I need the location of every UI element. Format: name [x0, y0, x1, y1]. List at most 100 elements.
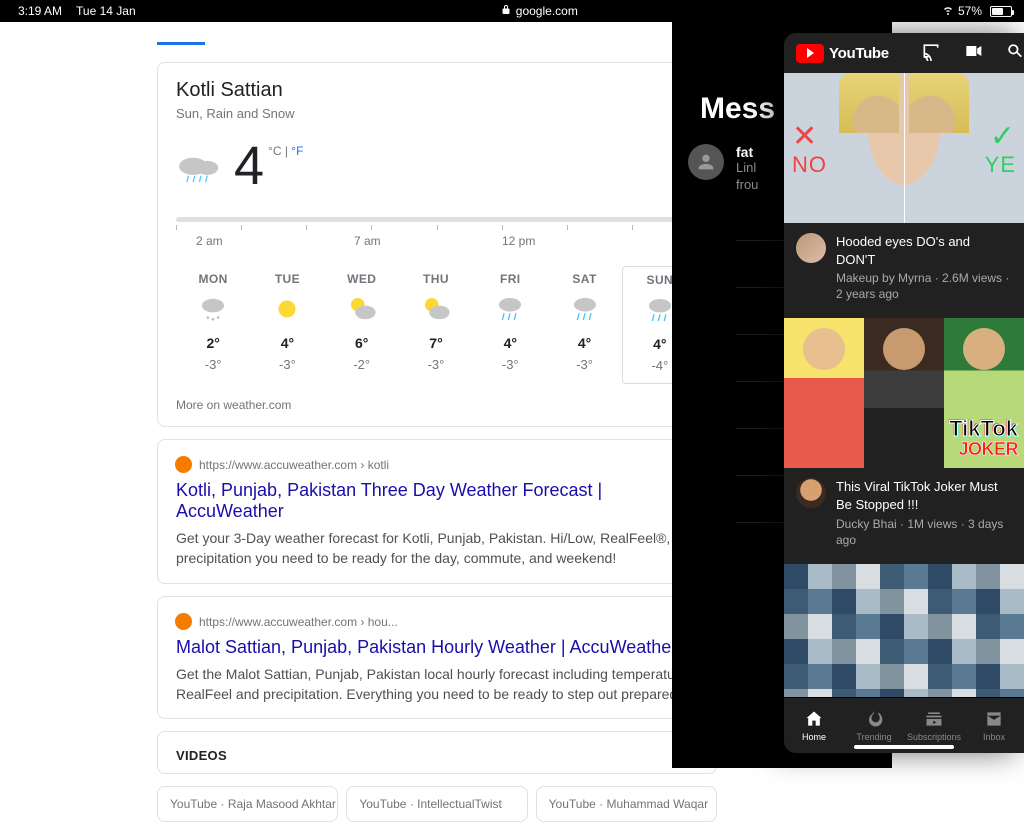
thumb-text-tiktok: TikTok	[949, 418, 1018, 440]
unit-c[interactable]: °C	[268, 144, 281, 158]
thread-preview: frou	[736, 177, 758, 194]
forecast-day[interactable]: THU 7° -3°	[399, 266, 473, 384]
weather-card: Kotli Sattian Sun, Rain and Snow 4 °C | …	[157, 62, 717, 427]
day-high: 6°	[355, 335, 368, 351]
hour-label: 2 am	[176, 234, 294, 248]
day-name: TUE	[275, 272, 300, 286]
day-low: -3°	[576, 357, 593, 372]
youtube-header: YouTube	[784, 33, 1024, 73]
weather-temp: 4	[234, 139, 264, 193]
day-low: -4°	[651, 358, 668, 373]
day-high: 4°	[653, 336, 666, 352]
youtube-logo[interactable]: YouTube	[796, 44, 889, 63]
cast-icon[interactable]	[917, 37, 945, 70]
channel-avatar[interactable]	[796, 233, 826, 263]
thumb-text-yes: YE	[985, 119, 1016, 178]
hour-label: 7 am	[294, 234, 452, 248]
video-cards-row: YouTube · Raja Masood Akhtar Ja YouTube …	[157, 786, 717, 822]
forecast-day[interactable]: MON 2° -3°	[176, 266, 250, 384]
video-subtitle: Makeup by Myrna · 2.6M views · 2 years a…	[836, 270, 1012, 302]
lock-icon	[500, 4, 512, 19]
day-high: 4°	[578, 335, 591, 351]
day-high: 2°	[206, 335, 219, 351]
status-date: Tue 14 Jan	[76, 4, 136, 18]
day-icon	[345, 292, 379, 329]
day-low: -2°	[353, 357, 370, 372]
accuweather-favicon-icon	[176, 614, 191, 629]
channel-avatar[interactable]	[796, 478, 826, 508]
temp-unit-toggle[interactable]: °C | °F	[268, 144, 303, 158]
video-thumbnail[interactable]: TikTokJOKER	[784, 318, 1024, 468]
video-item[interactable]	[784, 564, 1024, 697]
search-result[interactable]: https://www.accuweather.com › kotli Kotl…	[157, 439, 717, 584]
home-indicator[interactable]	[854, 745, 954, 749]
weather-location: Kotli Sattian	[176, 79, 698, 102]
youtube-slideover: YouTube NO YE Hooded eyes DO's and DON'T…	[784, 33, 1024, 753]
video-title[interactable]: Hooded eyes DO's and DON'T	[836, 233, 1012, 268]
day-high: 4°	[281, 335, 294, 351]
result-breadcrumb: https://www.accuweather.com › hou...	[199, 615, 398, 629]
forecast-day[interactable]: SAT 4° -3°	[547, 266, 621, 384]
result-title[interactable]: Malot Sattian, Punjab, Pakistan Hourly W…	[176, 637, 698, 658]
youtube-wordmark: YouTube	[829, 45, 889, 62]
address-bar[interactable]: google.com	[136, 4, 942, 19]
accuweather-favicon-icon	[176, 457, 191, 472]
hour-label: 12 pm	[452, 234, 600, 248]
battery-percent: 57%	[958, 4, 982, 18]
day-icon	[568, 292, 602, 329]
day-name: MON	[199, 272, 228, 286]
video-card[interactable]: YouTube · Raja Masood Akhtar Ja	[157, 786, 338, 822]
search-result[interactable]: https://www.accuweather.com › hou... Mal…	[157, 596, 717, 720]
day-icon	[270, 292, 304, 329]
result-description: Get your 3-Day weather forecast for Kotl…	[176, 528, 698, 569]
video-item[interactable]: NO YE Hooded eyes DO's and DON'T Makeup …	[784, 73, 1024, 302]
search-icon[interactable]	[1001, 37, 1024, 70]
day-name: SAT	[572, 272, 596, 286]
unit-f[interactable]: °F	[288, 144, 303, 158]
video-thumbnail[interactable]	[784, 564, 1024, 697]
video-thumbnail[interactable]: NO YE	[784, 73, 1024, 223]
avatar-icon	[688, 144, 724, 180]
forecast-day[interactable]: TUE 4° -3°	[250, 266, 324, 384]
youtube-feed[interactable]: NO YE Hooded eyes DO's and DON'T Makeup …	[784, 73, 1024, 697]
tab-home[interactable]: Home	[784, 698, 844, 753]
forecast-day[interactable]: WED 6° -2°	[325, 266, 399, 384]
day-low: -3°	[205, 357, 222, 372]
result-title[interactable]: Kotli, Punjab, Pakistan Three Day Weathe…	[176, 480, 698, 522]
day-name: FRI	[500, 272, 521, 286]
tab-inbox[interactable]: Inbox	[964, 698, 1024, 753]
url-domain: google.com	[516, 4, 578, 18]
day-icon	[493, 292, 527, 329]
weather-footer-link[interactable]: More on weather.com	[176, 398, 698, 412]
camera-icon[interactable]	[959, 37, 987, 70]
day-icon	[419, 292, 453, 329]
thumb-text-no: NO	[792, 119, 827, 178]
day-low: -3°	[428, 357, 445, 372]
thread-preview: Linl	[736, 160, 758, 177]
daily-forecast-row: MON 2° -3° TUE 4° -3° WED 6° -2° THU 7° -3° FRI 4° -3°…	[176, 266, 698, 384]
result-breadcrumb: https://www.accuweather.com › kotli	[199, 458, 389, 472]
video-item[interactable]: TikTokJOKER This Viral TikTok Joker Must…	[784, 318, 1024, 547]
selected-tab-indicator	[157, 42, 205, 45]
ios-status-bar: 3:19 AM Tue 14 Jan google.com 57%	[0, 0, 1024, 22]
day-high: 7°	[429, 335, 442, 351]
day-name: WED	[347, 272, 376, 286]
video-card[interactable]: YouTube · Muhammad Waqar	[536, 786, 717, 822]
battery-icon	[990, 6, 1012, 17]
day-name: THU	[423, 272, 449, 286]
day-low: -3°	[279, 357, 296, 372]
video-card[interactable]: YouTube · IntellectualTwist	[346, 786, 527, 822]
wifi-icon	[942, 4, 954, 19]
day-high: 4°	[504, 335, 517, 351]
youtube-play-icon	[796, 44, 824, 63]
day-icon	[196, 292, 230, 329]
forecast-day[interactable]: FRI 4° -3°	[473, 266, 547, 384]
video-title[interactable]: This Viral TikTok Joker Must Be Stopped …	[836, 478, 1012, 513]
hourly-slider[interactable]: 2 am 7 am 12 pm 5 pm	[176, 217, 698, 248]
result-description: Get the Malot Sattian, Punjab, Pakistan …	[176, 664, 698, 705]
thumb-text-joker: JOKER	[949, 440, 1018, 458]
status-time: 3:19 AM	[18, 4, 62, 18]
thread-name: fat	[736, 144, 758, 160]
weather-condition: Sun, Rain and Snow	[176, 106, 698, 121]
day-low: -3°	[502, 357, 519, 372]
